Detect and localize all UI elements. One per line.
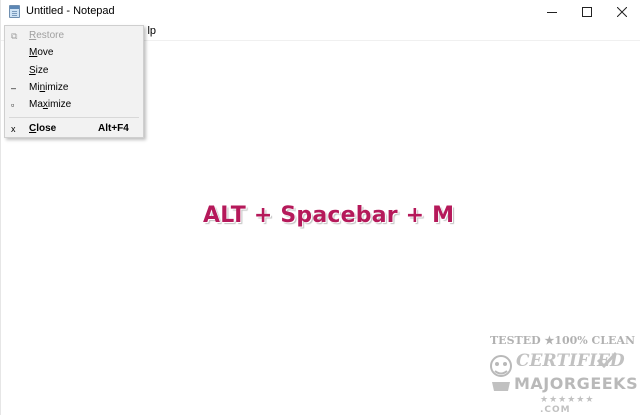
close-button[interactable] [599, 0, 640, 23]
minimize-icon: ‒ [11, 83, 17, 93]
menu-item-label: Maximize [29, 99, 72, 110]
menu-item-label: Close [29, 123, 57, 134]
menu-separator [9, 117, 139, 118]
menu-item-label: Move [29, 47, 54, 58]
system-menu-minimize[interactable]: ‒ Minimize [5, 80, 143, 97]
watermark-name: MAJORGEEKS [514, 374, 639, 393]
title-bar[interactable]: Untitled - Notepad [1, 0, 640, 23]
menu-item-label: Minimize [29, 82, 69, 93]
close-icon [617, 6, 627, 17]
menu-help-label: lp [147, 25, 156, 37]
close-shortcut: Alt+F4 [98, 123, 129, 134]
menu-item-label: Restore [29, 30, 65, 41]
mascot-icon [490, 355, 512, 391]
majorgeeks-watermark: TESTED ★100% CLEAN CERTIFIED MAJORGEEKS … [486, 332, 638, 415]
window-title: Untitled - Notepad [26, 5, 115, 17]
keyboard-shortcut-caption: ALT + Spacebar + M [203, 203, 455, 228]
minimize-icon [547, 11, 557, 13]
watermark-tested: TESTED ★100% CLEAN [490, 334, 636, 347]
system-menu-close[interactable]: x Close Alt+F4 [5, 121, 143, 138]
system-menu-maximize[interactable]: ▫ Maximize [5, 97, 143, 114]
system-menu-size[interactable]: Size [5, 63, 143, 80]
system-menu: ⧉ Restore Move Size ‒ Minimize ▫ Maximiz… [4, 25, 144, 138]
system-menu-move[interactable]: Move [5, 45, 143, 62]
menu-item-label: Size [29, 65, 49, 76]
notepad-icon[interactable] [9, 5, 20, 18]
checkmark-icon [596, 351, 618, 369]
close-icon: x [11, 124, 16, 134]
restore-icon: ⧉ [11, 31, 18, 41]
menu-help[interactable]: lp [142, 25, 156, 39]
watermark-suffix: ★★★★★★ .COM [540, 395, 595, 415]
system-menu-restore[interactable]: ⧉ Restore [5, 28, 143, 45]
notepad-window: Untitled - Notepad lp ⧉ Restore Move Siz… [0, 0, 640, 415]
maximize-icon: ▫ [11, 100, 15, 110]
maximize-icon [582, 6, 592, 17]
